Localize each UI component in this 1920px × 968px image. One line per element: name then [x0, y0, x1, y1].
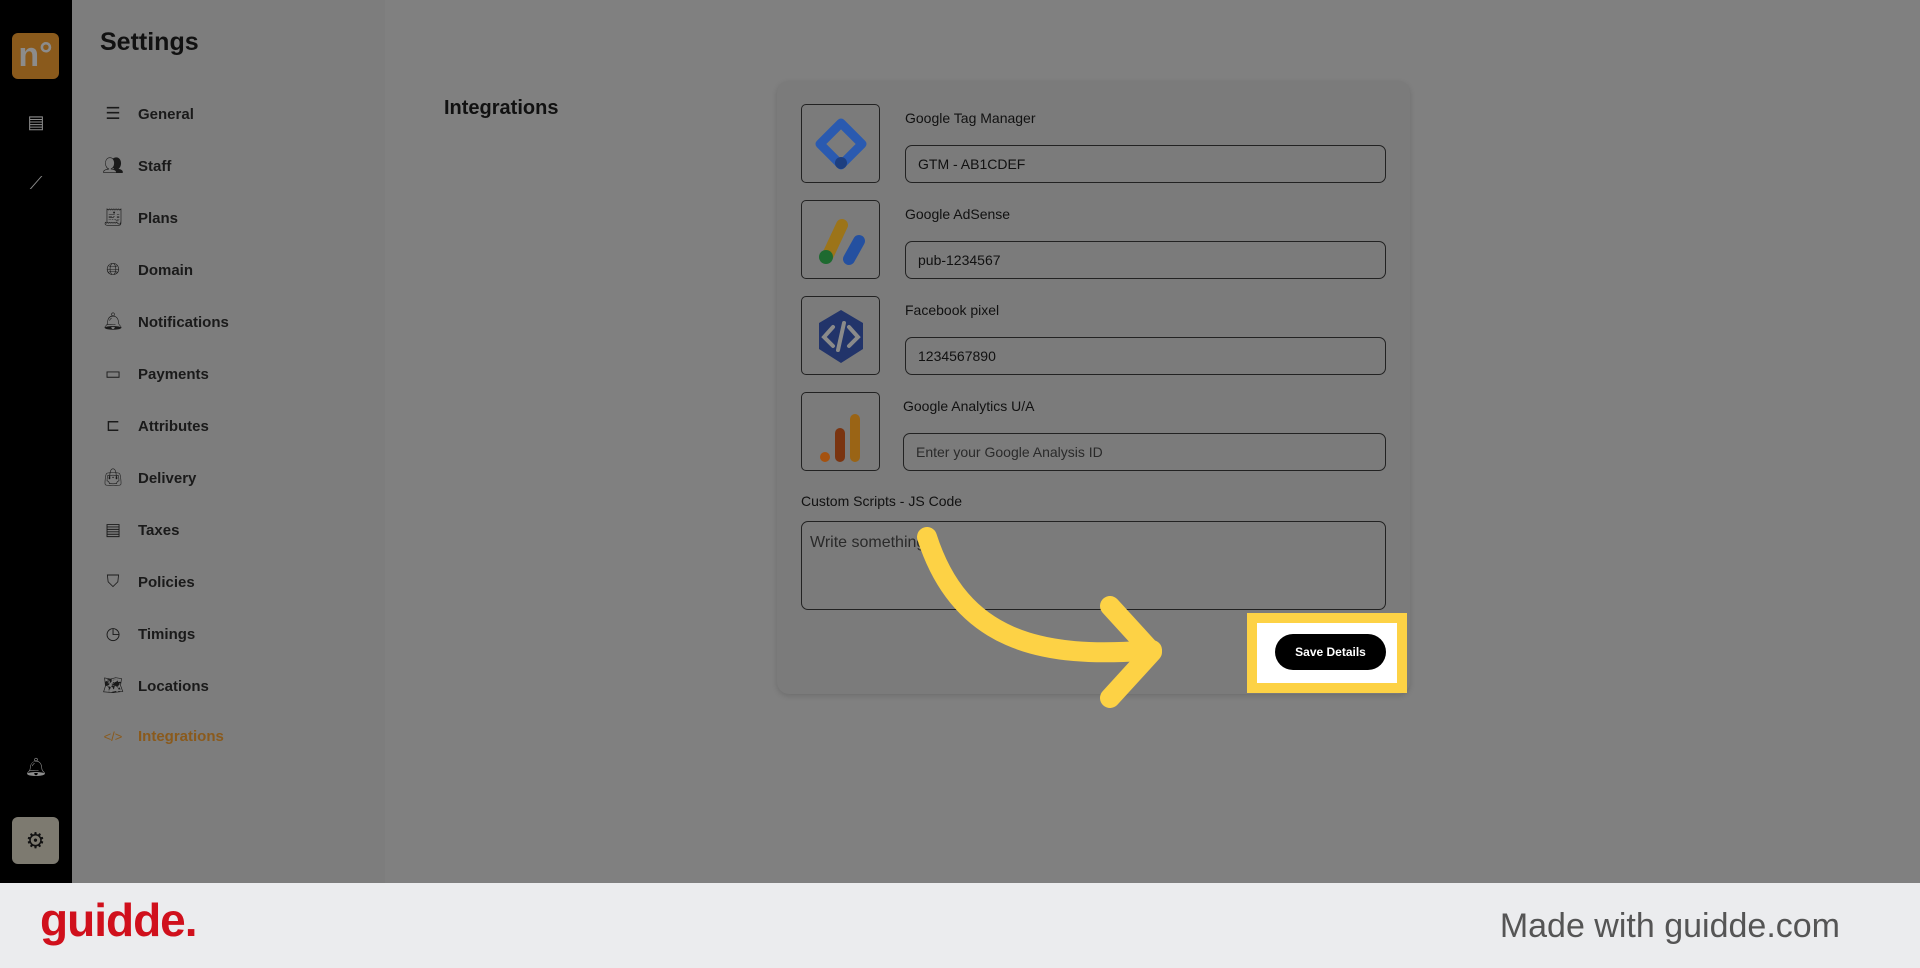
made-with-text: Made with guidde.com [1499, 907, 1840, 945]
save-highlight: Save Details [1247, 613, 1407, 693]
footer: guidde. Made with guidde.com [0, 883, 1920, 968]
save-details-button[interactable]: Save Details [1275, 634, 1386, 670]
guide-arrow [917, 527, 1162, 708]
guidde-logo: guidde. [40, 894, 198, 946]
